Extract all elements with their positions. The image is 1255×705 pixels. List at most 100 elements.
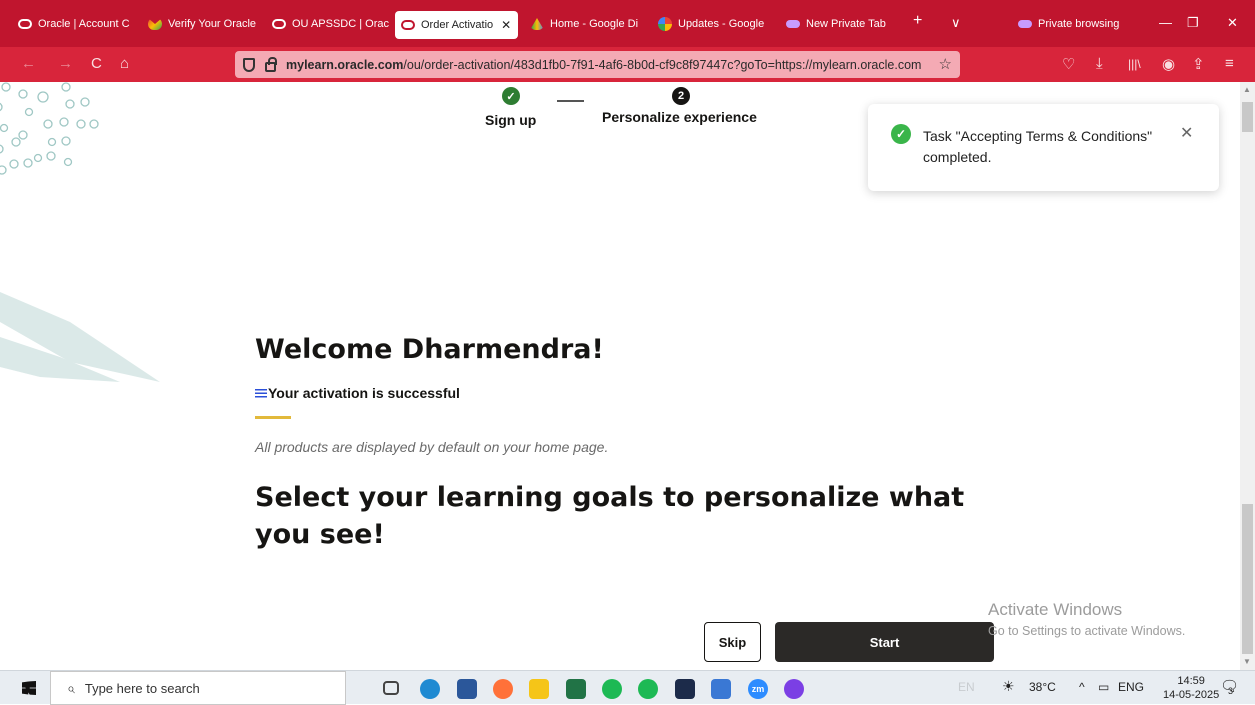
firefox-private-icon[interactable] (784, 679, 804, 699)
windows-start-icon[interactable] (22, 681, 36, 695)
accent-underline (255, 416, 291, 419)
oracle-icon (272, 19, 286, 29)
page-content: ✓ 2 Sign up Personalize experience ✓ Tas… (0, 82, 1240, 670)
address-bar[interactable]: mylearn.oracle.com/ou/order-activation/4… (235, 51, 960, 78)
spotify-icon-2[interactable] (638, 679, 658, 699)
gmail-icon (148, 18, 162, 30)
tab-label: New Private Tab (806, 18, 886, 30)
taskbar-search-input[interactable]: ⌕ Type here to search (50, 671, 346, 705)
activation-text: Your activation is successful (268, 385, 460, 401)
tracking-protection-icon[interactable] (243, 57, 255, 72)
temperature[interactable]: 38°C (1029, 680, 1056, 694)
tab-list-button[interactable]: ∨ (951, 15, 961, 31)
bookmark-star-icon[interactable]: ☆ (939, 55, 952, 73)
step-complete-check-icon: ✓ (502, 87, 520, 105)
tray-expand-icon[interactable]: ^ (1079, 680, 1085, 694)
progress-stepper: ✓ 2 Sign up Personalize experience (480, 85, 780, 130)
activate-windows-subtitle: Go to Settings to activate Windows. (988, 624, 1186, 638)
step-connector (557, 100, 584, 102)
google-photos-icon (658, 17, 672, 31)
restore-button[interactable]: ❐ (1187, 15, 1199, 31)
spotify-icon[interactable] (602, 679, 622, 699)
tab-label: Order Activatio (421, 19, 494, 31)
account-icon[interactable]: ◉ (1162, 55, 1175, 73)
close-tab-icon[interactable]: ✕ (501, 18, 511, 32)
zoom-icon[interactable]: zm (748, 679, 768, 699)
weather-icon[interactable]: ☀ (1002, 678, 1015, 695)
clock-time: 14:59 (1177, 675, 1205, 687)
tab-label: Updates - Google (678, 18, 765, 30)
step-label-sign-up: Sign up (485, 112, 537, 128)
forward-button[interactable]: → (58, 55, 73, 72)
excel-icon[interactable] (566, 679, 586, 699)
welcome-heading: Welcome Dharmendra! (255, 334, 604, 365)
lock-icon[interactable] (265, 56, 277, 72)
minimize-button[interactable]: — (1159, 15, 1172, 30)
address-url[interactable]: mylearn.oracle.com/ou/order-activation/4… (286, 58, 926, 72)
success-toast: ✓ Task "Accepting Terms & Conditions" co… (868, 104, 1219, 191)
private-browsing-indicator: Private browsing (1012, 9, 1142, 39)
default-products-note: All products are displayed by default on… (255, 439, 609, 455)
word-icon[interactable] (457, 679, 477, 699)
page-scrollbar[interactable]: ▲ ▼ (1240, 82, 1255, 670)
new-tab-button[interactable]: + (913, 12, 922, 30)
network-icon[interactable]: ▭ (1098, 680, 1109, 694)
scrollbar-thumb[interactable] (1242, 102, 1253, 132)
extensions-icon[interactable]: ⇪ (1192, 55, 1205, 73)
language-hint: EN (958, 680, 975, 694)
tab-label: Home - Google Di (550, 18, 639, 30)
decorative-swoosh (0, 292, 160, 382)
back-button[interactable]: ← (21, 55, 36, 72)
decorative-dots (0, 82, 99, 175)
menu-icon[interactable]: ≡ (1225, 55, 1234, 72)
private-label: Private browsing (1038, 18, 1120, 30)
task-view-icon[interactable] (383, 681, 399, 695)
start-button[interactable]: Start (775, 622, 994, 662)
downloads-icon[interactable]: ⤓ (1096, 55, 1103, 72)
step-label-personalize: Personalize experience (602, 109, 757, 125)
language-indicator[interactable]: ENG (1118, 680, 1144, 694)
reload-button[interactable]: C (91, 55, 102, 72)
tab-verify-oracle[interactable]: Verify Your Oracle (142, 9, 264, 39)
address-path: /ou/order-activation/483d1fb0-7f91-4af6-… (403, 57, 922, 72)
tab-label: Oracle | Account C (38, 18, 130, 30)
scroll-down-icon[interactable]: ▼ (1243, 657, 1251, 666)
firefox-icon[interactable] (493, 679, 513, 699)
close-window-button[interactable]: ✕ (1227, 15, 1238, 31)
tab-google-drive[interactable]: Home - Google Di (524, 9, 648, 39)
address-host: mylearn.oracle.com (286, 57, 404, 72)
toast-message: Task "Accepting Terms & Conditions" comp… (923, 128, 1153, 165)
scroll-up-icon[interactable]: ▲ (1243, 85, 1251, 94)
tab-ou-apssdc[interactable]: OU APSSDC | Orac (266, 9, 392, 39)
tab-google-updates[interactable]: Updates - Google (652, 9, 770, 39)
learning-goals-heading: Select your learning goals to personaliz… (255, 482, 965, 550)
library-icon[interactable]: |||\ (1128, 57, 1141, 71)
oracle-icon (18, 19, 32, 29)
photos-icon[interactable] (711, 679, 731, 699)
pocket-icon[interactable]: ♡ (1062, 55, 1075, 73)
private-mask-icon (1018, 20, 1032, 28)
search-placeholder: Type here to search (84, 680, 200, 696)
activate-windows-title: Activate Windows (988, 600, 1123, 619)
skip-button[interactable]: Skip (704, 622, 761, 662)
edge-icon[interactable] (420, 679, 440, 699)
meta-icon[interactable] (675, 679, 695, 699)
tab-new-private[interactable]: New Private Tab (780, 9, 890, 39)
notifications-count: 3 (1228, 686, 1234, 696)
search-icon: ⌕ (67, 679, 75, 696)
google-drive-icon (530, 18, 544, 30)
activation-status: Your activation is successful (255, 385, 460, 401)
home-button[interactable]: ⌂ (120, 55, 129, 72)
system-clock[interactable]: 14:59 14-05-2025 (1163, 674, 1219, 702)
private-mask-icon (786, 20, 800, 28)
step-number-badge: 2 (672, 87, 690, 105)
list-lines-icon (255, 388, 267, 398)
file-explorer-icon[interactable] (529, 679, 549, 699)
scrollbar-track-segment[interactable] (1242, 504, 1253, 654)
clock-date: 14-05-2025 (1163, 689, 1220, 701)
tab-oracle-account[interactable]: Oracle | Account C (12, 9, 142, 39)
windows-taskbar: ⌕ Type here to search zm EN ☀ 38°C ^ ▭ E… (0, 670, 1255, 705)
tab-order-activation[interactable]: Order Activatio ✕ (395, 11, 518, 39)
tab-label: OU APSSDC | Orac (292, 18, 389, 30)
toast-close-icon[interactable]: ✕ (1180, 123, 1193, 143)
